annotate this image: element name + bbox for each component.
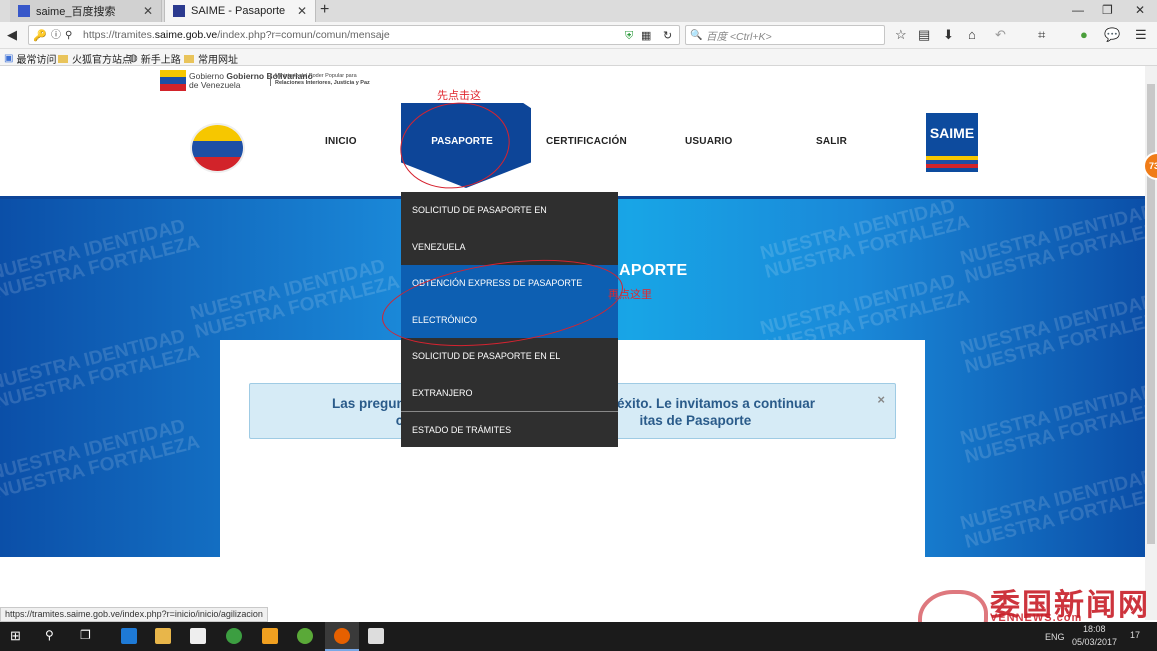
page-scrollbar[interactable]	[1145, 66, 1157, 620]
hero-watermark: NUESTRA IDENTIDAD NUESTRA FORTALEZA	[758, 199, 972, 283]
menu-item-solicitud-extranjero[interactable]: SOLICITUD DE PASAPORTE EN EL EXTRANJERO	[401, 338, 618, 411]
bookmark-most-visited[interactable]: ▣ 最常访问	[4, 51, 56, 66]
new-tab-button[interactable]: +	[320, 1, 329, 19]
bookmark-firefox-site[interactable]: 火狐官方站点	[58, 51, 132, 66]
ministry-text: Ministerio del Poder Popular para Relaci…	[270, 73, 370, 86]
reading-list-icon[interactable]: ▤	[918, 27, 930, 43]
tab-title: saime_百度搜索	[36, 6, 116, 18]
screenshot-icon[interactable]: ⌗	[1038, 27, 1045, 43]
home-icon[interactable]: ⌂	[968, 27, 976, 43]
search-box[interactable]: 🔍 百度 <Ctrl+K>	[685, 25, 885, 45]
qr-code-icon[interactable]: ▦	[641, 28, 651, 44]
chrome-icon[interactable]	[226, 628, 242, 644]
folder-icon	[58, 54, 68, 63]
minimize-icon[interactable]: —	[1072, 3, 1084, 17]
close-tab-icon[interactable]: ✕	[143, 4, 153, 18]
close-window-icon[interactable]: ✕	[1135, 3, 1145, 17]
nav-certificacion[interactable]: CERTIFICACIÓN	[546, 136, 627, 147]
back-icon[interactable]: ◀	[7, 27, 17, 43]
site-watermark-url: VENNEWS.com	[990, 612, 1083, 624]
hero-watermark: NUESTRA IDENTIDAD NUESTRA FORTALEZA	[958, 200, 1145, 288]
app-icon[interactable]	[262, 628, 278, 644]
annotation-click-first: 先点击这	[437, 90, 481, 102]
baidu-favicon-icon	[18, 5, 30, 17]
bookmarks-bar: ▣ 最常访问 火狐官方站点 ◍ 新手上路 常用网址	[0, 49, 1157, 66]
windows-taskbar: ⊞ ⚲ ❐ ENG 18:08 05/03/2017 17	[0, 622, 1157, 651]
navigation-toolbar: ◀ 🔑 ⓘ ⚲ https://tramites.saime.gob.ve/in…	[0, 22, 1157, 49]
lock-icon: 🔑	[33, 30, 47, 42]
download-icon[interactable]: ⬇	[943, 27, 954, 43]
globe-icon: ◍	[129, 53, 138, 64]
chat-icon[interactable]: 💬	[1104, 27, 1120, 43]
tab-baidu[interactable]: saime_百度搜索 ✕	[10, 0, 162, 22]
menu-icon[interactable]: ☰	[1135, 27, 1147, 43]
task-view-icon[interactable]: ❐	[80, 628, 96, 644]
search-icon: 🔍	[690, 30, 703, 41]
hero-watermark: NUESTRA IDENTIDAD NUESTRA FORTALEZA	[0, 325, 202, 413]
hero-watermark: NUESTRA IDENTIDAD NUESTRA FORTALEZA	[0, 215, 202, 303]
tab-title: SAIME - Pasaporte	[191, 5, 286, 17]
permissions-icon[interactable]: ⚲	[65, 28, 72, 44]
maximize-icon[interactable]: ❐	[1102, 3, 1113, 17]
nav-salir[interactable]: SALIR	[816, 136, 847, 147]
hero-watermark: NUESTRA IDENTIDAD NUESTRA FORTALEZA	[0, 415, 202, 503]
folder-icon	[184, 54, 194, 63]
bookmark-getting-started[interactable]: ◍ 新手上路	[129, 51, 181, 66]
tab-bar: saime_百度搜索 ✕ SAIME - Pasaporte ✕ + — ❐ ✕	[0, 0, 1157, 22]
nav-inicio[interactable]: INICIO	[325, 136, 357, 147]
clock-date[interactable]: 05/03/2017	[1072, 637, 1117, 647]
bookmark-star-icon[interactable]: ☆	[895, 27, 907, 43]
menu-item-solicitud-venezuela[interactable]: SOLICITUD DE PASAPORTE EN VENEZUELA	[401, 192, 618, 265]
extension-icon[interactable]: ●	[1080, 27, 1088, 43]
hero-watermark: NUESTRA IDENTIDAD NUESTRA FORTALEZA	[958, 290, 1145, 378]
notification-count[interactable]: 17	[1130, 630, 1140, 640]
app-icon[interactable]	[297, 628, 313, 644]
clock-time[interactable]: 18:08	[1083, 624, 1106, 634]
bookmark-icon: ▣	[4, 53, 14, 64]
store-icon[interactable]	[190, 628, 206, 644]
reload-icon[interactable]: ↻	[663, 28, 672, 44]
taskbar-active-firefox[interactable]	[325, 622, 359, 651]
saime-emblem-icon	[190, 123, 245, 173]
status-bar-url: https://tramites.saime.gob.ve/index.php?…	[0, 607, 268, 622]
undo-icon[interactable]: ↶	[995, 27, 1006, 43]
saime-logo: SAIME	[926, 113, 978, 172]
hero-watermark: NUESTRA IDENTIDAD NUESTRA FORTALEZA	[958, 465, 1145, 553]
hero-watermark: NUESTRA IDENTIDAD NUESTRA FORTALEZA	[188, 255, 402, 343]
shield-icon[interactable]: ⛨	[625, 28, 633, 44]
windows-start-icon[interactable]: ⊞	[10, 628, 26, 644]
nav-usuario[interactable]: USUARIO	[685, 136, 733, 147]
tab-saime[interactable]: SAIME - Pasaporte ✕	[164, 0, 316, 22]
photos-icon[interactable]	[368, 628, 384, 644]
saime-favicon-icon	[173, 5, 185, 17]
alert-close-button[interactable]: ×	[877, 392, 885, 407]
firefox-icon	[334, 628, 350, 644]
bookmark-common-sites[interactable]: 常用网址	[184, 51, 238, 66]
url-text: https://tramites.saime.gob.ve/index.php?…	[83, 29, 390, 41]
file-explorer-icon[interactable]	[155, 628, 171, 644]
info-icon[interactable]: ⓘ	[51, 28, 61, 44]
language-indicator[interactable]: ENG	[1045, 632, 1065, 642]
close-tab-icon[interactable]: ✕	[297, 4, 307, 18]
search-icon[interactable]: ⚲	[45, 628, 61, 644]
menu-item-estado-tramites[interactable]: ESTADO DE TRÁMITES	[401, 411, 618, 449]
url-bar[interactable]: 🔑 ⓘ ⚲ https://tramites.saime.gob.ve/inde…	[28, 25, 680, 45]
hero-watermark: NUESTRA IDENTIDAD NUESTRA FORTALEZA	[958, 380, 1145, 468]
search-input[interactable]: 百度 <Ctrl+K>	[706, 29, 772, 44]
edge-icon[interactable]	[121, 628, 137, 644]
venezuela-flag-icon	[160, 70, 186, 92]
